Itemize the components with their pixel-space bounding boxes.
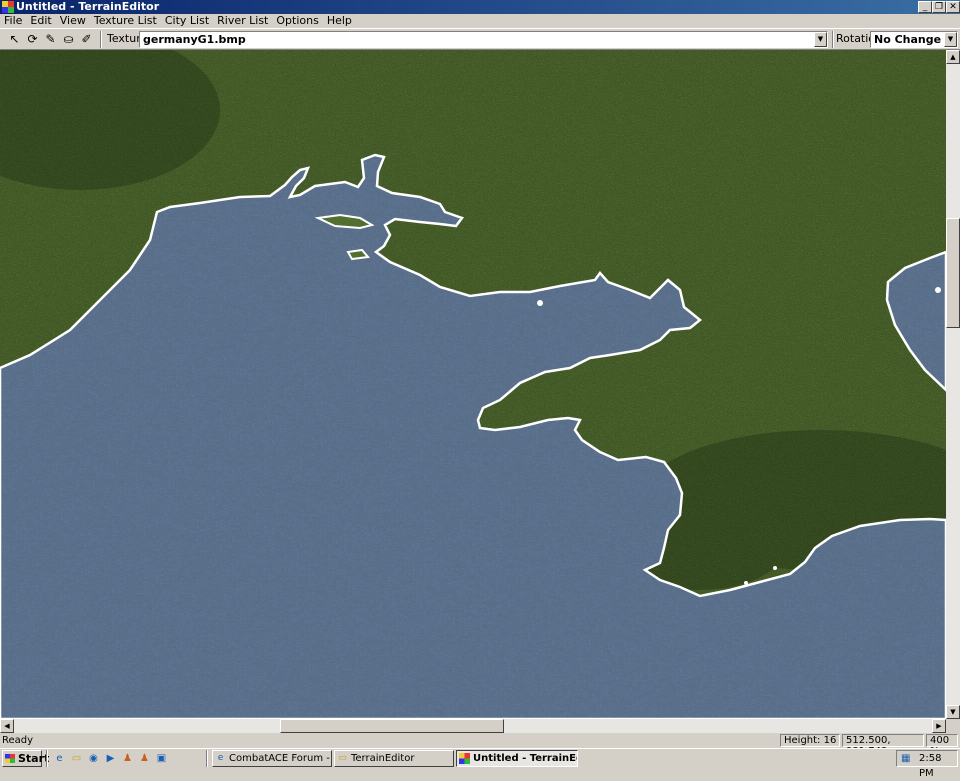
terrain-map[interactable] [0,50,946,719]
start-label: Start [18,752,50,765]
texture-select[interactable]: germanyG1.bmp ▼ [139,31,828,48]
menu-options[interactable]: Options [272,14,322,28]
select-arrow-icon[interactable]: ↖ [6,31,23,48]
app-icon [2,1,14,13]
start-button[interactable]: Start [2,750,49,767]
minimize-button[interactable]: _ [918,1,932,13]
chevron-down-icon[interactable]: ▼ [814,32,827,47]
show-desktop-icon[interactable]: ▣ [155,752,168,765]
task-label: Untitled - TerrainEditor [473,753,577,764]
horizontal-scrollbar[interactable]: ◀ ▶ [0,719,946,733]
brush-icon[interactable]: ✐ [78,31,95,48]
vertical-scroll-thumb[interactable] [946,218,960,328]
vertical-scrollbar[interactable]: ▲ ▼ [946,50,960,719]
pencil-icon[interactable]: ✎ [42,31,59,48]
folder-icon[interactable]: ▭ [70,752,83,765]
status-bar: Ready Height: 16 m 512.500, 991.749 400 … [0,733,960,757]
menu-texture-list[interactable]: Texture List [90,14,161,28]
status-zoom: 400 % [926,734,958,757]
toolbar-separator [100,31,102,48]
white-marker [744,581,748,585]
status-height: Height: 16 m [780,734,840,757]
menu-bar: File Edit View Texture List City List River L… [0,14,960,28]
clock[interactable]: 2:58 PM [919,751,957,781]
menu-city-list[interactable]: City List [161,14,213,28]
internet-explorer-icon[interactable]: e [53,752,66,765]
messenger-icon[interactable]: ♟ [138,752,151,765]
white-marker [935,287,941,293]
maximize-button[interactable]: ❐ [932,1,946,13]
taskbar: Start e ▭ ◉ ▶ ♟ ♟ ▣ e CombatACE Forum - … [0,748,960,779]
menu-view[interactable]: View [56,14,90,28]
close-button[interactable]: ✕ [946,1,960,13]
terrain-map-view[interactable] [0,50,946,719]
toolbar: ↖ ⟳ ✎ ⛀ ✐ Texture germanyG1.bmp ▼ Rotati… [0,28,960,50]
menu-file[interactable]: File [0,14,26,28]
browser-icon: e [217,753,224,763]
chevron-down-icon[interactable]: ▼ [944,32,957,47]
task-label: CombatACE Forum - Micr... [229,753,331,764]
rotation-value: No Change [874,33,942,46]
rotation-select[interactable]: No Change ▼ [870,31,958,48]
status-coords: 512.500, 991.749 [842,734,924,757]
messenger-icon[interactable]: ♟ [121,752,134,765]
texture-value: germanyG1.bmp [143,33,246,46]
taskbar-item-browser[interactable]: e CombatACE Forum - Micr... [212,750,332,767]
taskbar-separator [46,750,48,767]
horizontal-scroll-thumb[interactable] [280,719,504,733]
menu-help[interactable]: Help [323,14,356,28]
bucket-icon[interactable]: ⛀ [60,31,77,48]
scroll-down-icon[interactable]: ▼ [946,705,960,719]
system-tray: ▦ 2:58 PM [896,750,958,779]
white-marker [537,300,543,306]
menu-river-list[interactable]: River List [213,14,272,28]
terrain-editor-icon [459,753,470,764]
white-marker [773,566,777,570]
browser-icon[interactable]: ◉ [87,752,100,765]
taskbar-item-folder[interactable]: ▭ TerrainEditor [334,750,454,767]
window-title: Untitled - TerrainEditor [16,0,160,13]
media-player-icon[interactable]: ▶ [104,752,117,765]
scrollbar-corner [946,719,960,733]
status-ready: Ready [2,735,34,746]
scroll-left-icon[interactable]: ◀ [0,719,14,733]
taskbar-separator [206,750,208,767]
rotate-icon[interactable]: ⟳ [24,31,41,48]
task-label: TerrainEditor [351,753,415,764]
toolbar-separator [832,31,834,48]
network-icon[interactable]: ▦ [901,751,910,766]
scroll-up-icon[interactable]: ▲ [946,50,960,64]
windows-logo-icon [5,754,15,763]
folder-icon: ▭ [338,753,347,763]
taskbar-item-terraineditor[interactable]: Untitled - TerrainEditor [456,750,578,767]
menu-edit[interactable]: Edit [26,14,55,28]
scroll-right-icon[interactable]: ▶ [932,719,946,733]
title-bar: Untitled - TerrainEditor _ ❐ ✕ [0,0,960,14]
